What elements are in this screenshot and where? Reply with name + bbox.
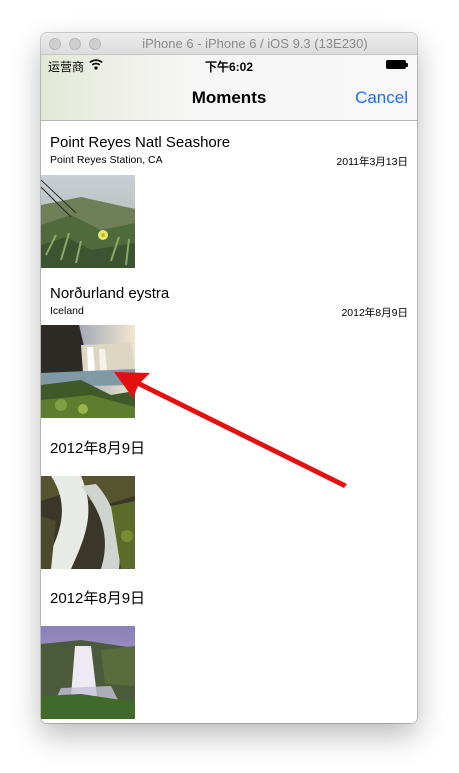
arrow-icon [114,372,347,488]
annotation-arrow [114,372,347,488]
